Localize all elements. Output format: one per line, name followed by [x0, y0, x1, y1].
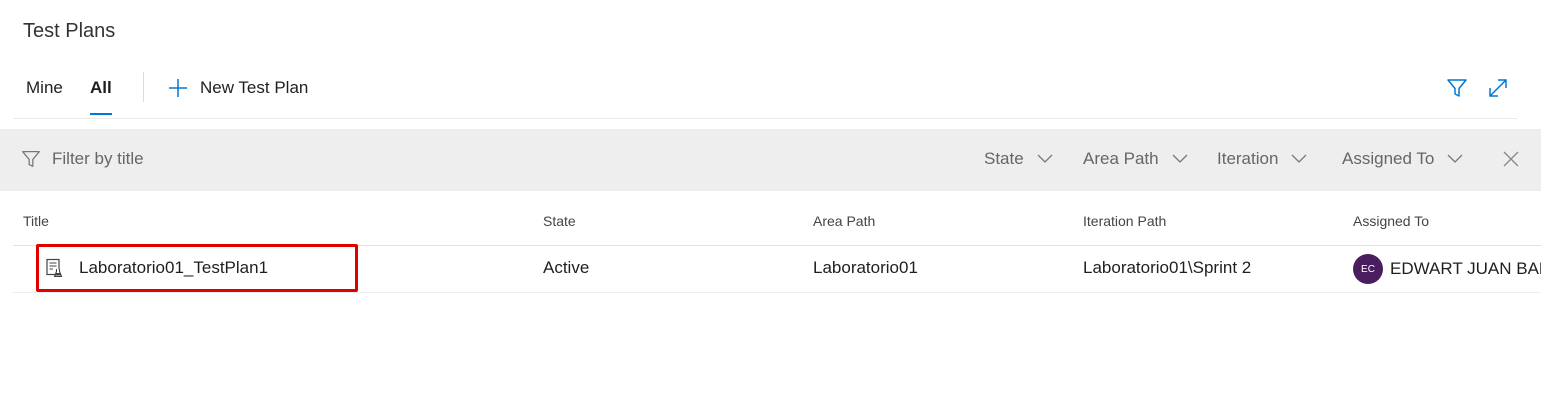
- row-area-path-cell: Laboratorio01: [813, 258, 918, 277]
- chevron-down-icon: [1447, 154, 1463, 163]
- iteration-dropdown-label: Iteration: [1217, 149, 1279, 168]
- pivot-divider: [143, 72, 144, 102]
- assigned-to-name: EDWART JUAN BALC: [1390, 259, 1541, 278]
- filter-field: [20, 148, 452, 170]
- column-header-state[interactable]: State: [543, 213, 576, 229]
- iteration-dropdown[interactable]: Iteration: [1217, 149, 1308, 169]
- row-state-cell: Active: [543, 258, 590, 277]
- new-test-plan-button[interactable]: New Test Plan: [168, 76, 308, 100]
- assigned-to-dropdown-label: Assigned To: [1342, 149, 1435, 168]
- filter-icon: [22, 151, 40, 167]
- assigned-to-dropdown[interactable]: Assigned To: [1342, 149, 1464, 169]
- new-test-plan-label: New Test Plan: [200, 78, 309, 97]
- test-plan-icon: [46, 258, 63, 278]
- tab-all[interactable]: All: [90, 78, 112, 115]
- column-header-iteration-path[interactable]: Iteration Path: [1083, 213, 1166, 229]
- column-header-title[interactable]: Title: [23, 213, 49, 229]
- state-dropdown-label: State: [984, 149, 1024, 168]
- row-title-link[interactable]: Laboratorio01_TestPlan1: [79, 258, 268, 278]
- avatar: EC: [1353, 254, 1383, 284]
- area-path-dropdown-label: Area Path: [1083, 149, 1159, 168]
- grid-header: Title State Area Path Iteration Path Ass…: [13, 203, 1541, 246]
- expand-icon[interactable]: [1486, 76, 1510, 100]
- pivot-bar: Mine All New Test Plan: [13, 70, 1517, 119]
- tab-mine[interactable]: Mine: [26, 78, 63, 106]
- chevron-down-icon: [1291, 154, 1307, 163]
- row-iteration-path-cell: Laboratorio01\Sprint 2: [1083, 258, 1252, 277]
- plus-icon: [169, 79, 187, 97]
- chevron-down-icon: [1037, 154, 1053, 163]
- column-header-assigned-to[interactable]: Assigned To: [1353, 213, 1429, 229]
- chevron-down-icon: [1172, 154, 1188, 163]
- filter-by-title-input[interactable]: [52, 149, 452, 169]
- area-path-dropdown[interactable]: Area Path: [1083, 149, 1189, 169]
- row-assigned-to-cell: EC EDWART JUAN BALC: [1353, 254, 1541, 284]
- row-title-cell[interactable]: Laboratorio01_TestPlan1: [45, 258, 268, 278]
- filter-icon[interactable]: [1445, 76, 1469, 100]
- state-dropdown[interactable]: State: [984, 149, 1054, 169]
- page-title: Test Plans: [23, 20, 116, 42]
- clear-filters-icon[interactable]: [1501, 149, 1521, 169]
- table-row[interactable]: Laboratorio01_TestPlan1 Active Laborator…: [13, 246, 1541, 293]
- column-header-area-path[interactable]: Area Path: [813, 213, 875, 229]
- filter-bar: State Area Path Iteration Assigned To: [0, 129, 1541, 191]
